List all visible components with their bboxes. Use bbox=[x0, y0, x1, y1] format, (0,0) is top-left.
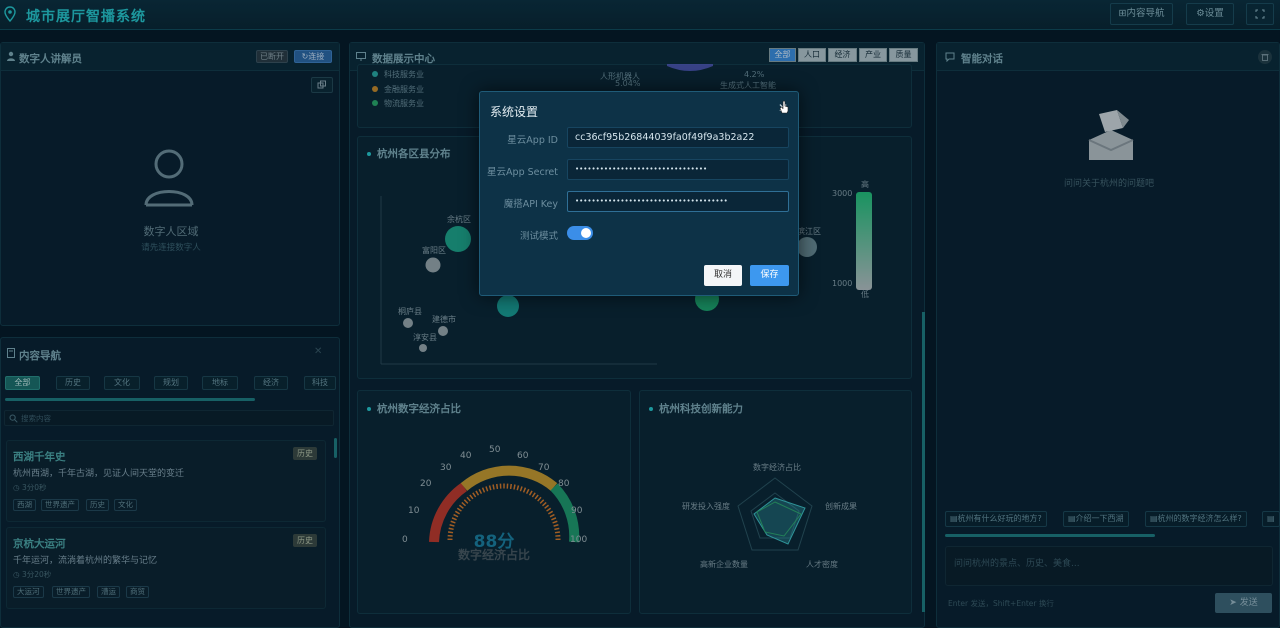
api-key-input[interactable]: ••••••••••••••••••••••••••••••••••••• bbox=[567, 191, 789, 212]
settings-modal-title: 系统设置 bbox=[490, 105, 539, 119]
app-secret-label: 星云App Secret bbox=[487, 167, 558, 178]
api-key-label: 魔搭API Key bbox=[503, 199, 558, 210]
test-mode-label: 测试模式 bbox=[519, 231, 558, 242]
toggle-knob bbox=[581, 228, 591, 238]
app-secret-input[interactable]: •••••••••••••••••••••••••••••••• bbox=[567, 159, 789, 180]
save-button[interactable]: 保存 bbox=[750, 265, 789, 286]
settings-modal: 系统设置 ✕ 星云App ID cc36cf95b26844039fa0f49f… bbox=[479, 91, 799, 296]
app-id-label: 星云App ID bbox=[507, 135, 558, 146]
test-mode-toggle[interactable] bbox=[567, 226, 593, 240]
cancel-button[interactable]: 取消 bbox=[704, 265, 742, 286]
app-id-input[interactable]: cc36cf95b26844039fa0f49f9a3b2a22 bbox=[567, 127, 789, 148]
cursor-hand-icon bbox=[779, 100, 789, 114]
